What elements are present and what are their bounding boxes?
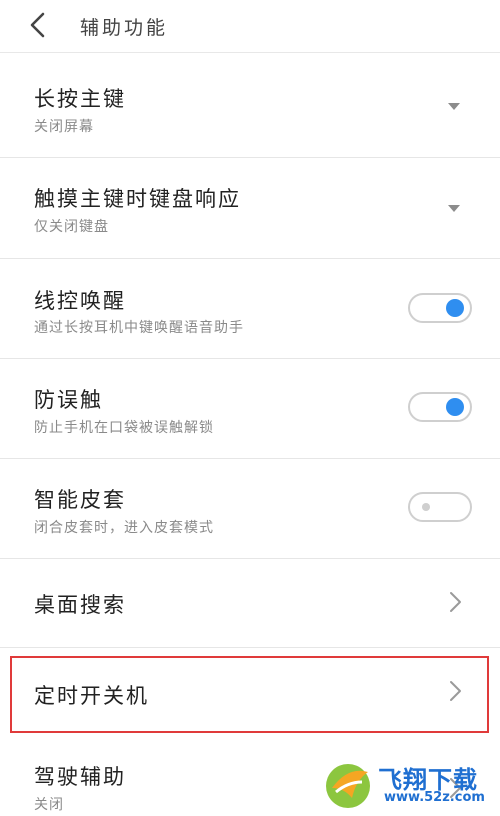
setting-sub: 防止手机在口袋被误触解锁 [34, 420, 214, 436]
setting-sub: 通过长按耳机中键唤醒语音助手 [34, 320, 244, 336]
setting-label: 桌面搜索 [34, 593, 126, 617]
setting-touch-home-keyboard[interactable]: 触摸主键时键盘响应 仅关闭键盘 [0, 158, 500, 259]
highlight-box [10, 656, 489, 733]
toggle-knob [446, 299, 464, 317]
dropdown-arrow-icon[interactable] [448, 103, 460, 110]
setting-sub: 闭合皮套时，进入皮套模式 [34, 520, 214, 536]
page-title: 辅助功能 [80, 17, 169, 39]
watermark-logo-icon [326, 764, 370, 808]
setting-anti-mistouch[interactable]: 防误触 防止手机在口袋被误触解锁 [0, 359, 500, 459]
wired-wakeup-toggle[interactable] [408, 293, 472, 323]
setting-label: 智能皮套 [34, 488, 126, 512]
watermark: 飞翔下载 www.52z.com [322, 756, 492, 812]
setting-label: 防误触 [34, 388, 103, 412]
chevron-right-icon [450, 592, 461, 612]
smart-cover-toggle[interactable] [408, 492, 472, 522]
anti-mistouch-toggle[interactable] [408, 392, 472, 422]
toggle-knob [422, 503, 430, 511]
setting-wired-wakeup[interactable]: 线控唤醒 通过长按耳机中键唤醒语音助手 [0, 259, 500, 359]
setting-label: 驾驶辅助 [34, 765, 126, 789]
setting-sub: 仅关闭键盘 [34, 219, 109, 235]
setting-sub: 关闭 [34, 797, 64, 813]
toggle-knob [446, 398, 464, 416]
setting-sub: 关闭屏幕 [34, 119, 94, 135]
back-arrow-icon[interactable] [28, 12, 48, 38]
dropdown-arrow-icon[interactable] [448, 205, 460, 212]
setting-long-press-home[interactable]: 长按主键 关闭屏幕 [0, 53, 500, 158]
setting-smart-cover[interactable]: 智能皮套 闭合皮套时，进入皮套模式 [0, 459, 500, 559]
setting-label: 触摸主键时键盘响应 [34, 187, 241, 211]
app-header: 辅助功能 [0, 0, 500, 53]
watermark-url: www.52z.com [384, 790, 485, 805]
setting-desktop-search[interactable]: 桌面搜索 [0, 559, 500, 648]
setting-label: 长按主键 [34, 87, 126, 111]
setting-label: 线控唤醒 [34, 289, 126, 313]
